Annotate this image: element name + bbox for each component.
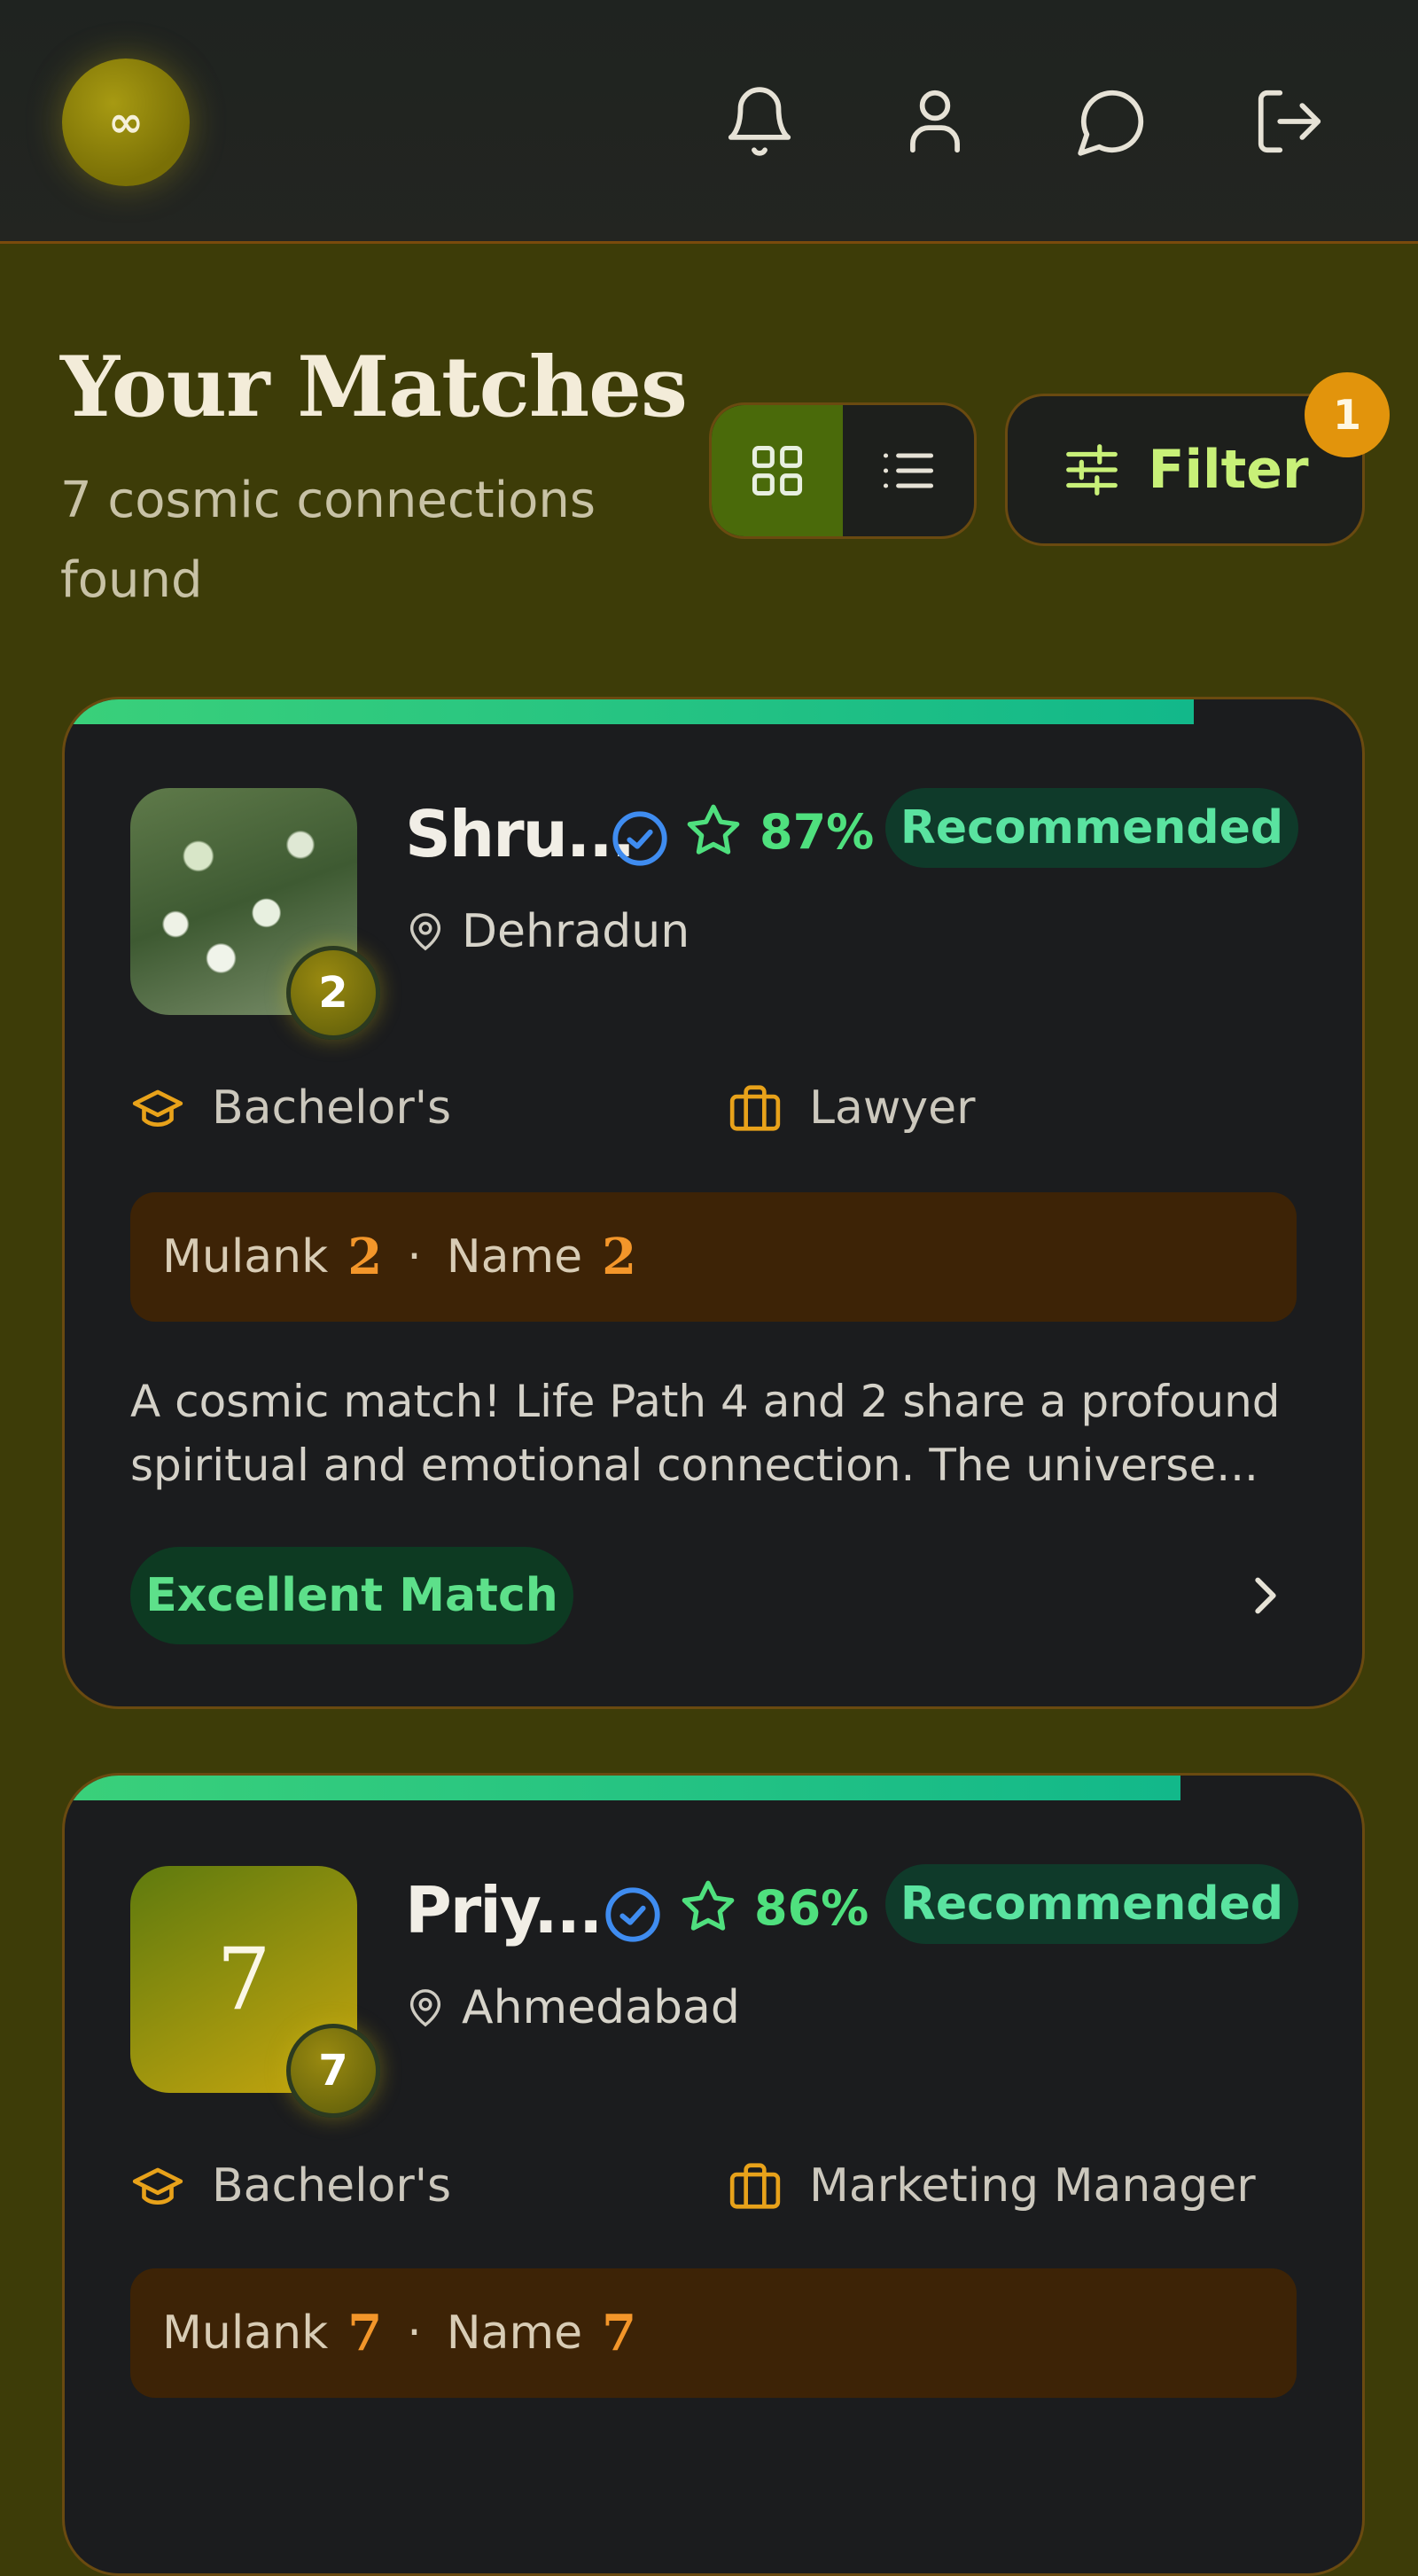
logout-icon[interactable] <box>1250 82 1329 161</box>
mulank-value: 2 <box>347 1228 383 1286</box>
profession: Marketing Manager <box>728 2158 1256 2213</box>
recommended-badge: Recommended <box>885 788 1298 868</box>
numerology-summary: Mulank 2 · Name 2 <box>130 1192 1297 1322</box>
verified-icon <box>612 811 667 866</box>
logo-symbol: ∞ <box>108 98 144 147</box>
profession-text: Lawyer <box>809 1081 976 1135</box>
match-percentage: 87% <box>760 804 875 860</box>
match-progress-bar <box>65 699 1194 724</box>
view-toggle <box>709 402 977 539</box>
match-card[interactable]: 7 7 Priy... 86% Recommended Ahmedabad Ba… <box>62 1773 1365 2576</box>
recommended-badge: Recommended <box>885 1864 1298 1944</box>
bell-icon[interactable] <box>720 82 799 161</box>
briefcase-icon <box>729 2163 781 2209</box>
user-icon[interactable] <box>895 82 975 161</box>
graduation-cap-icon <box>132 1089 183 1128</box>
star-icon <box>682 1880 735 1931</box>
match-description: A cosmic match! Life Path 4 and 2 share … <box>130 1376 1281 1491</box>
chat-icon[interactable] <box>1072 82 1152 161</box>
grid-icon <box>752 445 803 496</box>
name-number-value: 7 <box>602 2304 637 2362</box>
match-percentage: 86% <box>754 1880 869 1936</box>
star-icon <box>687 804 740 855</box>
page-title: Your Matches <box>60 339 688 436</box>
match-verdict-badge: Excellent Match <box>130 1547 573 1644</box>
location: Ahmedabad <box>405 1981 740 2034</box>
numerology-summary: Mulank 7 · Name 7 <box>130 2268 1297 2398</box>
mulank-value: 7 <box>347 2304 383 2362</box>
location-pin-icon <box>409 1989 441 2027</box>
location-text: Dehradun <box>462 905 690 958</box>
briefcase-icon <box>729 1085 781 1131</box>
number-badge: 7 <box>286 2024 380 2118</box>
profession-text: Marketing Manager <box>809 2159 1256 2213</box>
graduation-cap-icon <box>132 2167 183 2205</box>
location-pin-icon <box>409 913 441 951</box>
separator-dot: · <box>407 2307 422 2360</box>
name-number-value: 2 <box>602 1228 637 1286</box>
sliders-icon <box>1066 444 1118 496</box>
filter-count-badge: 1 <box>1305 372 1390 457</box>
avatar-number: 7 <box>216 1930 271 2029</box>
location-text: Ahmedabad <box>462 1981 740 2034</box>
separator-dot: · <box>407 1230 422 1284</box>
verified-icon <box>605 1887 660 1942</box>
education-text: Bachelor's <box>212 2159 452 2213</box>
location: Dehradun <box>405 905 690 958</box>
education: Bachelor's <box>130 1081 451 1136</box>
mulank-label: Mulank <box>162 1230 329 1284</box>
match-name: Shru... <box>405 797 635 871</box>
page-subtitle: 7 cosmic connections found <box>60 472 596 609</box>
list-icon <box>883 453 934 488</box>
match-progress-bar <box>65 1776 1181 1800</box>
list-view-button[interactable] <box>843 405 974 536</box>
education: Bachelor's <box>130 2158 451 2213</box>
match-card[interactable]: 2 Shru... 87% Recommended Dehradun Bache… <box>62 697 1365 1709</box>
chevron-right-icon[interactable] <box>1235 1565 1297 1627</box>
match-name: Priy... <box>405 1873 603 1948</box>
name-number-label: Name <box>446 2307 583 2360</box>
name-number-label: Name <box>446 1230 583 1284</box>
education-text: Bachelor's <box>212 1081 452 1135</box>
mulank-label: Mulank <box>162 2307 329 2360</box>
number-badge: 2 <box>286 946 380 1040</box>
profession: Lawyer <box>728 1081 976 1136</box>
app-header: ∞ <box>0 0 1418 244</box>
grid-view-button[interactable] <box>712 405 843 536</box>
filter-label: Filter <box>1148 439 1309 501</box>
app-logo[interactable]: ∞ <box>62 59 190 186</box>
